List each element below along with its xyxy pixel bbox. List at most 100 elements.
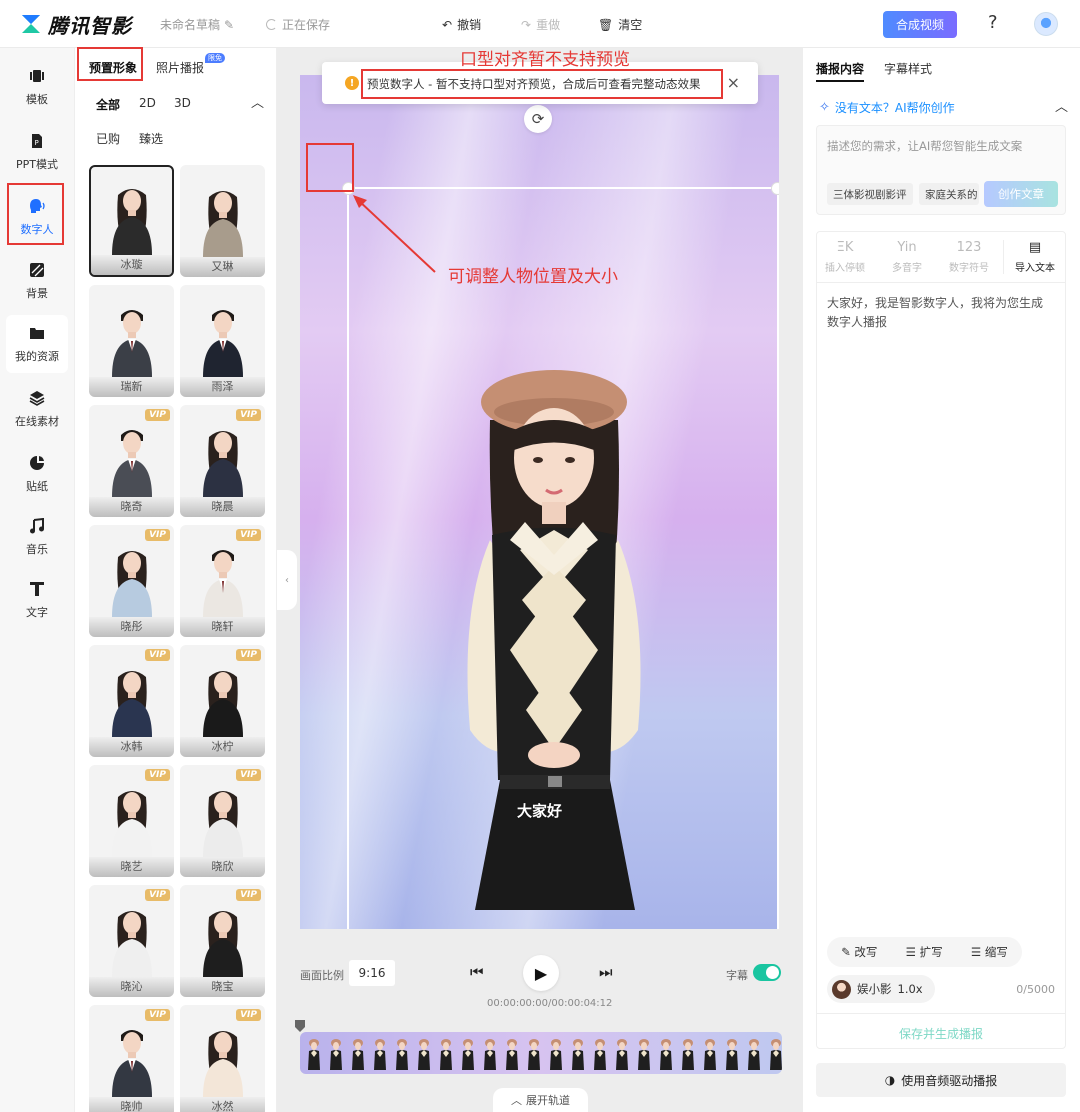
avatar-card[interactable]: 冰璇 [89, 165, 174, 277]
avatar-card[interactable]: VIP 晓艺 [89, 765, 174, 877]
rail-item-1[interactable]: P PPT模式 [6, 123, 68, 181]
avatar-card[interactable]: VIP 晓沁 [89, 885, 174, 997]
vip-badge: VIP [145, 889, 170, 901]
skip-back-icon[interactable]: ⏮ [470, 963, 484, 981]
avatar-card[interactable]: VIP 晓彤 [89, 525, 174, 637]
timeline-frame [546, 1036, 566, 1070]
timeline-frame [590, 1036, 610, 1070]
undo-button[interactable]: ↶ 撤销 [442, 16, 481, 33]
tab-photo-broadcast[interactable]: 照片播报 [156, 59, 204, 76]
avatar-card[interactable]: VIP 冰韩 [89, 645, 174, 757]
chevron-up-icon[interactable]: ︿ [1055, 96, 1068, 115]
save-generate-button[interactable]: 保存并生成播报 [817, 1025, 1065, 1042]
refresh-icon[interactable]: ⟳ [524, 105, 552, 133]
subtitle-toggle[interactable] [753, 964, 781, 981]
play-button[interactable]: ▶ [523, 955, 559, 991]
polyphone-tool[interactable]: Yin 多音字 [879, 240, 935, 274]
resize-handle-top-right[interactable] [771, 182, 779, 195]
clear-button[interactable]: 🗑 清空 [598, 16, 642, 33]
timeline-frame [568, 1036, 588, 1070]
edit-pencil-icon[interactable]: ✎ [224, 18, 234, 32]
avatar-thumbnail [111, 671, 152, 737]
avatar-card[interactable]: 又琳 [180, 165, 265, 277]
avatar-card[interactable]: VIP 晓宝 [180, 885, 265, 997]
import-text-tool[interactable]: ▤ 导入文本 [1007, 240, 1063, 274]
user-avatar[interactable] [1034, 12, 1058, 36]
vip-badge: VIP [145, 769, 170, 781]
avatar-thumbnail [111, 791, 152, 857]
expand-text-button[interactable]: ☰ 扩写 [906, 944, 943, 960]
char-counter: 0/5000 [1016, 983, 1055, 996]
ai-sparkle-icon: ✧ [819, 100, 830, 115]
folder-icon [28, 324, 46, 342]
filter-premium[interactable]: 臻选 [139, 130, 163, 147]
redo-button[interactable]: ↷ 重做 [521, 16, 560, 33]
avatar-card[interactable]: VIP 冰然 [180, 1005, 265, 1112]
close-icon[interactable]: × [727, 73, 740, 92]
filter-purchased[interactable]: 已购 [96, 130, 120, 147]
timeline-frame [722, 1036, 742, 1070]
filter-all[interactable]: 全部 [96, 96, 120, 113]
rail-item-4[interactable]: 我的资源 [6, 315, 68, 373]
tab-subtitle-style[interactable]: 字幕样式 [884, 60, 932, 77]
rail-item-0[interactable]: 模板 [6, 58, 68, 116]
number-symbol-tool[interactable]: 123 数字符号 [941, 240, 997, 274]
avatar-name: 冰然 [180, 1097, 265, 1112]
rail-item-label: PPT模式 [16, 158, 58, 171]
avatar-card[interactable]: 瑞新 [89, 285, 174, 397]
avatar-card[interactable]: VIP 晓欣 [180, 765, 265, 877]
script-textarea[interactable]: 大家好，我是智影数字人，我将为您生成数字人播报 [827, 294, 1052, 332]
help-icon[interactable]: ? [988, 12, 998, 33]
rail-item-8[interactable]: 文字 [6, 571, 68, 629]
logo[interactable]: 腾讯智影 [20, 10, 132, 38]
draft-name[interactable]: 未命名草稿 ✎ [160, 16, 234, 33]
tool-label: 插入停顿 [825, 263, 865, 274]
rail-item-label: 我的资源 [15, 350, 59, 363]
avatar-thumbnail [202, 911, 243, 977]
avatar-card[interactable]: VIP 晓奇 [89, 405, 174, 517]
timeline-frame [612, 1036, 632, 1070]
avatar-card[interactable]: 雨泽 [180, 285, 265, 397]
annotation-title: 口型对齐暂不支持预览 [460, 50, 630, 70]
shorten-text-button[interactable]: ☰ 缩写 [971, 944, 1008, 960]
free-badge: 限免 [205, 53, 225, 63]
create-article-button[interactable]: 创作文章 [984, 181, 1058, 207]
audio-drive-button[interactable]: ◑ 使用音频驱动播报 [816, 1063, 1066, 1097]
audio-wave-icon: ◑ [884, 1073, 896, 1087]
digital-human-figure[interactable] [430, 350, 680, 929]
avatar-card[interactable]: VIP 冰柠 [180, 645, 265, 757]
vip-badge: VIP [145, 529, 170, 541]
rail-item-6[interactable]: 贴纸 [6, 445, 68, 503]
voice-selector[interactable]: 娱小影 1.0x [827, 975, 935, 1003]
tab-broadcast-content[interactable]: 播报内容 [816, 60, 864, 77]
ratio-select[interactable]: 9:16 [349, 960, 395, 986]
avatar-card[interactable]: VIP 晓帅 [89, 1005, 174, 1112]
voice-avatar [832, 979, 851, 999]
ai-prompt-box[interactable]: 描述您的需求，让AI帮您智能生成文案 三体影视剧影评 家庭关系的 创作文章 [816, 125, 1066, 215]
rewrite-button[interactable]: ✎ 改写 [841, 944, 877, 960]
rail-item-7[interactable]: 音乐 [6, 508, 68, 566]
skip-forward-icon[interactable]: ⏭ [599, 963, 613, 981]
playhead-icon[interactable] [295, 1020, 305, 1032]
vip-badge: VIP [236, 769, 261, 781]
avatar-name: 冰璇 [91, 255, 172, 275]
expand-track-button[interactable]: ︿ 展开轨道 [493, 1088, 588, 1112]
filter-3d[interactable]: 3D [174, 96, 191, 110]
timeline-track[interactable] [300, 1032, 782, 1074]
chevron-up-icon[interactable]: ︿ [251, 92, 264, 111]
annotation-resize: 可调整人物位置及大小 [448, 267, 618, 287]
timeline-frame [700, 1036, 720, 1070]
insert-pause-tool[interactable]: ΞK 插入停顿 [817, 240, 873, 274]
ai-suggestion-chip[interactable]: 三体影视剧影评 [827, 183, 913, 205]
template-icon [28, 67, 46, 85]
avatar-card[interactable]: VIP 晓晨 [180, 405, 265, 517]
collapse-panel-toggle[interactable]: ‹ [277, 550, 297, 610]
filter-2d[interactable]: 2D [139, 96, 156, 110]
subtitle-overlay[interactable]: 大家好 [517, 800, 562, 821]
compose-video-button[interactable]: 合成视频 [883, 11, 957, 38]
rail-item-3[interactable]: 背景 [6, 252, 68, 310]
avatar-card[interactable]: VIP 晓轩 [180, 525, 265, 637]
ai-suggestion-chip[interactable]: 家庭关系的 [919, 183, 979, 205]
rail-item-5[interactable]: 在线素材 [6, 380, 68, 438]
ai-create-toggle[interactable]: ✧ 没有文本？AI帮你创作 [819, 99, 955, 116]
